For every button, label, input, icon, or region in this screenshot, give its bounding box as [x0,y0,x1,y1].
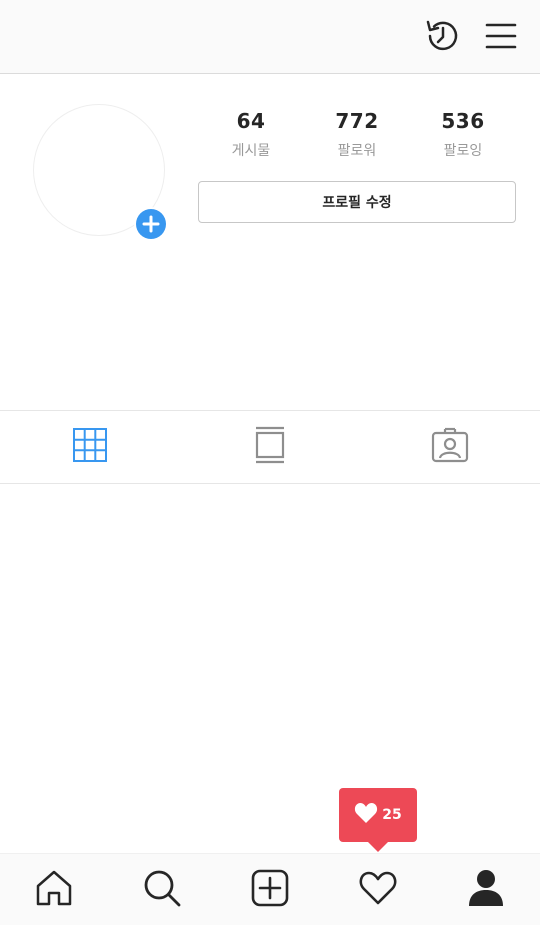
following-count: 536 [441,109,485,133]
nav-activity[interactable] [324,854,432,925]
search-icon [143,869,181,911]
tab-tagged[interactable] [360,411,540,483]
posts-label: 게시물 [231,143,271,159]
top-bar [0,0,540,74]
followers-count: 772 [335,109,379,133]
hamburger-menu-icon[interactable] [481,16,521,56]
following-label: 팔로잉 [443,143,483,159]
add-story-button[interactable] [134,207,167,240]
activity-notification-badge[interactable]: 25 [339,788,417,852]
tab-grid[interactable] [0,411,180,483]
posts-count: 64 [236,109,266,133]
tab-feed[interactable] [180,411,360,483]
posts-stat[interactable]: 64 게시물 [201,106,301,162]
profile-icon [468,869,504,911]
profile-page: 64 게시물 772 팔로워 536 팔로잉 프로필 수정 25 [0,0,540,925]
history-icon[interactable] [423,16,463,56]
grid-icon [72,427,108,467]
following-stat[interactable]: 536 팔로잉 [413,106,513,162]
followers-stat[interactable]: 772 팔로워 [307,106,407,162]
heart-outline-icon [359,871,397,909]
heart-icon [354,802,378,828]
profile-tabs [0,410,540,484]
avatar-wrapper[interactable] [33,104,167,240]
edit-profile-button[interactable]: 프로필 수정 [198,181,516,223]
nav-profile[interactable] [432,854,540,925]
plus-circle-icon [135,208,166,239]
feed-icon [254,426,286,468]
home-icon [35,869,73,911]
followers-label: 팔로워 [337,143,377,159]
bottom-navigation [0,853,540,925]
add-post-icon [251,869,289,911]
nav-add-post[interactable] [216,854,324,925]
nav-home[interactable] [0,854,108,925]
tagged-person-icon [431,427,469,467]
notification-count: 25 [382,807,402,823]
nav-search[interactable] [108,854,216,925]
